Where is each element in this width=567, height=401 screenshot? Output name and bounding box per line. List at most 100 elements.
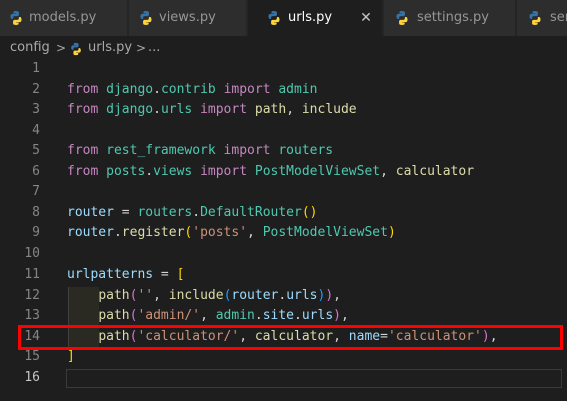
tab-urls-py[interactable]: urls.py ✕ xyxy=(248,0,383,36)
code-line: 12 path('', include(router.urls)), xyxy=(0,286,567,307)
token: = xyxy=(113,205,138,220)
line-number: 12 xyxy=(24,288,40,303)
module-name: admin xyxy=(215,308,255,323)
line-number: 8 xyxy=(32,205,40,220)
chevron-right-icon: > xyxy=(56,41,67,55)
code-line: 2 from django.contrib import admin xyxy=(0,80,567,101)
token: , xyxy=(200,308,216,323)
python-file-icon xyxy=(396,11,408,25)
module-name: posts xyxy=(106,164,146,179)
code-text[interactable]: from posts.views import PostModelViewSet… xyxy=(67,162,474,183)
line-number: 15 xyxy=(24,349,40,364)
code-line: 10 xyxy=(0,244,567,265)
token: . xyxy=(278,288,287,303)
class-name: PostModelViewSet xyxy=(262,225,388,240)
python-file-icon xyxy=(268,11,280,25)
module-name: views xyxy=(153,164,193,179)
breadcrumb-folder[interactable]: config xyxy=(10,40,50,56)
function-name: path xyxy=(98,308,130,323)
python-file-icon xyxy=(71,42,81,56)
line-number: 13 xyxy=(24,308,40,323)
token: . xyxy=(294,308,302,323)
tab-models-py[interactable]: models.py xyxy=(0,0,128,36)
code-text[interactable]: urlpatterns = [ xyxy=(67,265,184,286)
tab-settings-py[interactable]: settings.py xyxy=(384,0,516,36)
tab-label: urls.py xyxy=(288,10,333,25)
token: . xyxy=(153,82,161,97)
tab-label: views.py xyxy=(159,10,216,25)
line-number: 11 xyxy=(24,267,40,282)
token: = xyxy=(153,267,177,282)
class-name: DefaultRouter xyxy=(200,205,302,220)
python-file-icon xyxy=(10,11,22,25)
module-name: django xyxy=(106,82,154,97)
code-text[interactable]: path('', include(router.urls)), xyxy=(67,286,341,307)
breadcrumb: config > urls.py > ... xyxy=(0,36,567,60)
string-literal: '' xyxy=(137,288,154,303)
tab-label: models.py xyxy=(29,10,97,25)
keyword: from xyxy=(67,102,99,117)
close-icon[interactable]: ✕ xyxy=(356,8,376,28)
code-text[interactable]: from django.urls import path, include xyxy=(67,100,357,121)
function-name: path xyxy=(98,288,130,303)
tab-views-py[interactable]: views.py xyxy=(129,0,247,36)
line-number: 10 xyxy=(24,246,40,261)
tab-label: ser xyxy=(550,10,567,25)
keyword: import xyxy=(223,143,271,158)
function-name: include xyxy=(168,288,224,303)
code-line: 4 xyxy=(0,121,567,142)
breadcrumb-file[interactable]: urls.py xyxy=(88,40,132,56)
line-number: 1 xyxy=(32,61,40,76)
bracket: [ xyxy=(176,267,185,282)
code-text[interactable]: path('admin/', admin.site.urls), xyxy=(67,306,349,327)
module-name: rest_framework xyxy=(106,143,216,158)
bracket: ) xyxy=(325,288,334,303)
code-line: 13 path('admin/', admin.site.urls), xyxy=(0,306,567,327)
code-line: 8 router = routers.DefaultRouter() xyxy=(0,203,567,224)
variable: urlpatterns xyxy=(67,267,154,282)
breadcrumb-symbol[interactable]: ... xyxy=(148,40,160,56)
code-text[interactable]: from django.contrib import admin xyxy=(67,80,318,101)
code-text[interactable]: router.register('posts', PostModelViewSe… xyxy=(67,223,396,244)
python-file-icon xyxy=(529,11,541,25)
bracket: ] xyxy=(67,349,75,364)
tab-label: settings.py xyxy=(417,10,489,25)
code-text[interactable]: router = routers.DefaultRouter() xyxy=(67,203,317,224)
tab-bar: models.py views.py urls.py ✕ settings.py… xyxy=(0,0,567,36)
function-name: path xyxy=(254,102,287,117)
variable: router xyxy=(67,205,114,220)
keyword: import xyxy=(200,102,248,117)
bracket: ) xyxy=(309,205,318,220)
chevron-right-icon: > xyxy=(136,41,147,55)
line-number: 6 xyxy=(32,164,40,179)
variable: router xyxy=(231,288,279,303)
line-number: 3 xyxy=(32,102,40,117)
code-text[interactable]: from rest_framework import routers xyxy=(67,141,333,162)
function-name: register xyxy=(121,225,185,240)
python-file-icon xyxy=(140,11,152,25)
token: . xyxy=(113,225,122,240)
token: , xyxy=(247,225,263,240)
variable: site xyxy=(262,308,295,323)
code-line: 6 from posts.views import PostModelViewS… xyxy=(0,162,567,183)
line-number: 2 xyxy=(32,82,40,97)
line-number: 16 xyxy=(24,370,40,385)
tab-ser[interactable]: ser xyxy=(517,0,567,36)
code-line: 7 xyxy=(0,182,567,203)
bracket: ) xyxy=(387,225,396,240)
token: , xyxy=(340,308,349,323)
code-text[interactable]: ] xyxy=(67,347,75,368)
code-line: 1 xyxy=(0,59,567,80)
function-name: calculator xyxy=(395,164,475,179)
code-line: 3 from django.urls import path, include xyxy=(0,100,567,121)
